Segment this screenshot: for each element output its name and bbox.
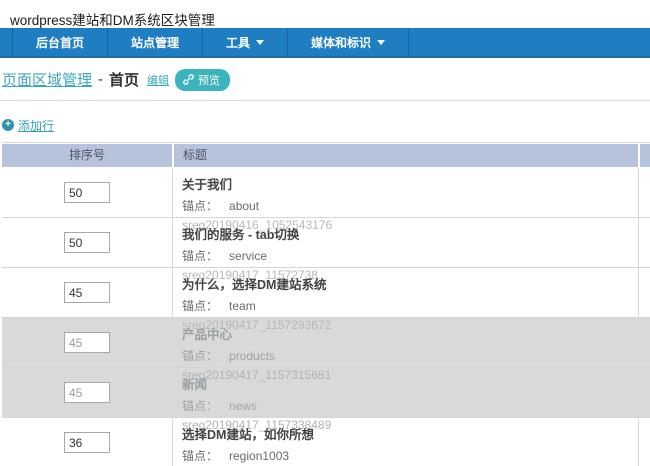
page-title: wordpress建站和DM系统区块管理 [0, 0, 650, 28]
table-body: 关于我们 锚点：about sreg20190416_1052543176 我们… [2, 168, 650, 466]
breadcrumb-section-link[interactable]: 页面区域管理 [2, 69, 92, 90]
row-title: 为什么，选择DM建站系统 [182, 274, 638, 293]
anchor-value: news [229, 399, 257, 413]
order-cell [2, 368, 173, 417]
breadcrumb: 页面区域管理 - 首页 编辑 预览 [0, 58, 650, 91]
column-header-title: 标题 [174, 144, 638, 167]
extra-cell [639, 418, 650, 466]
row-title: 关于我们 [182, 174, 638, 193]
title-cell: 我们的服务 - tab切换 锚点：service sreg20190417_11… [173, 218, 639, 267]
anchor-line: 锚点： news [182, 397, 638, 414]
breadcrumb-separator: - [98, 71, 103, 88]
order-cell [2, 318, 173, 367]
table-row: 新闻 锚点：news sreg20190417_1157338489 [2, 368, 650, 418]
nav-item-label: 媒体和标识 [311, 34, 371, 51]
preview-button[interactable]: 预览 [175, 69, 230, 91]
table-row: 为什么，选择DM建站系统 锚点：team sreg20190417_115729… [2, 268, 650, 318]
add-row-action: + 添加行 [2, 118, 650, 132]
preview-button-label: 预览 [198, 72, 220, 88]
title-cell: 新闻 锚点：news sreg20190417_1157338489 [173, 368, 639, 417]
link-icon [183, 74, 194, 85]
table-row: 我们的服务 - tab切换 锚点：service sreg20190417_11… [2, 218, 650, 268]
nav-item-label: 站点管理 [131, 34, 179, 51]
anchor-value: service [229, 249, 267, 263]
order-cell [2, 418, 173, 466]
nav-bar: 后台首页 站点管理 工具 媒体和标识 [0, 28, 650, 58]
anchor-label: 锚点： [182, 399, 218, 413]
order-cell [2, 168, 173, 217]
anchor-line: 锚点： about [182, 197, 638, 214]
column-header-order: 排序号 [2, 144, 172, 167]
extra-cell [639, 218, 650, 267]
anchor-value: region1003 [229, 449, 289, 463]
order-input[interactable] [64, 282, 110, 303]
anchor-label: 锚点： [182, 449, 218, 463]
order-input[interactable] [64, 432, 110, 453]
title-cell: 为什么，选择DM建站系统 锚点：team sreg20190417_115729… [173, 268, 639, 317]
title-cell: 关于我们 锚点：about sreg20190416_1052543176 [173, 168, 639, 217]
row-title: 选择DM建站，如你所想 [182, 424, 638, 443]
table-row: 选择DM建站，如你所想 锚点：region1003 sreg20190418_1… [2, 418, 650, 466]
anchor-value: team [229, 299, 256, 313]
nav-item-label: 工具 [226, 34, 250, 51]
order-input[interactable] [64, 232, 110, 253]
anchor-line: 锚点： service [182, 247, 638, 264]
chevron-down-icon [377, 40, 385, 45]
order-cell [2, 268, 173, 317]
nav-item-4[interactable]: 媒体和标识 [288, 28, 409, 56]
order-input[interactable] [64, 182, 110, 203]
column-header-extra [640, 144, 650, 167]
row-title: 产品中心 [182, 324, 638, 343]
chevron-down-icon [256, 40, 264, 45]
nav-item-1[interactable]: 后台首页 [12, 28, 108, 56]
admin-page: wordpress建站和DM系统区块管理 后台首页 站点管理 工具 媒体和标识 页面区… [0, 0, 650, 466]
anchor-value: about [229, 199, 259, 213]
row-title: 我们的服务 - tab切换 [182, 224, 638, 243]
extra-cell [639, 318, 650, 367]
nav-item-2[interactable]: 站点管理 [108, 28, 203, 56]
nav-item-3[interactable]: 工具 [203, 28, 288, 56]
title-cell: 选择DM建站，如你所想 锚点：region1003 sreg20190418_1… [173, 418, 639, 466]
anchor-label: 锚点： [182, 299, 218, 313]
extra-cell [639, 368, 650, 417]
anchor-label: 锚点： [182, 199, 218, 213]
nav-item-label: 后台首页 [36, 34, 84, 51]
anchor-value: products [229, 349, 275, 363]
anchor-line: 锚点： region1003 [182, 447, 638, 464]
table-row: 产品中心 锚点：products sreg20190417_1157315681 [2, 318, 650, 368]
anchor-line: 锚点： team [182, 297, 638, 314]
table-row: 关于我们 锚点：about sreg20190416_1052543176 [2, 168, 650, 218]
row-title: 新闻 [182, 374, 638, 393]
title-cell: 产品中心 锚点：products sreg20190417_1157315681 [173, 318, 639, 367]
edit-link[interactable]: 编辑 [147, 72, 169, 88]
order-input[interactable] [64, 382, 110, 403]
extra-cell [639, 268, 650, 317]
anchor-label: 锚点： [182, 249, 218, 263]
anchor-line: 锚点： products [182, 347, 638, 364]
header-divider [0, 100, 650, 101]
breadcrumb-current-page: 首页 [109, 69, 139, 90]
extra-cell [639, 168, 650, 217]
table-header-row: 排序号 标题 [2, 144, 650, 167]
plus-circle-icon: + [2, 119, 14, 131]
regions-table: 排序号 标题 关于我们 锚点：about sreg20190416_105254… [2, 142, 650, 466]
add-row-link[interactable]: 添加行 [18, 117, 54, 134]
anchor-label: 锚点： [182, 349, 218, 363]
order-input[interactable] [64, 332, 110, 353]
order-cell [2, 218, 173, 267]
